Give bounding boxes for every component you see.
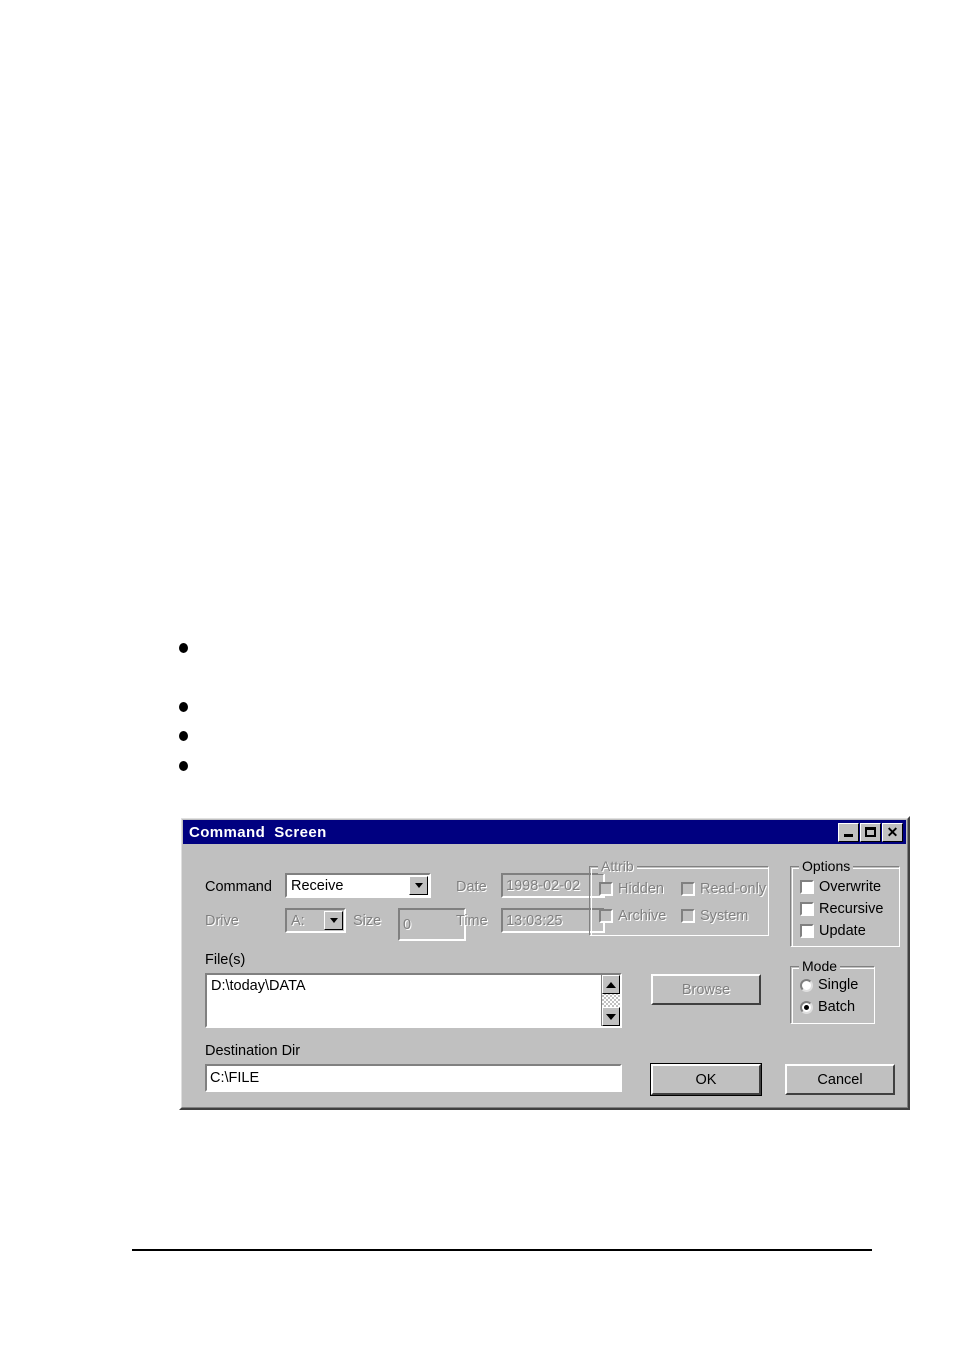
radio-single[interactable]: Single (800, 977, 858, 993)
destination-input[interactable]: C:\FILE (205, 1064, 622, 1092)
checkbox-icon (681, 882, 695, 896)
command-combo[interactable]: Receive (285, 873, 431, 898)
triangle-down-icon (606, 1013, 616, 1020)
radio-batch[interactable]: Batch (800, 999, 855, 1015)
checkbox-icon[interactable] (800, 924, 814, 938)
attrib-group-title: Attrib (598, 858, 637, 874)
browse-button: Browse (651, 974, 761, 1005)
radio-label: Batch (818, 999, 856, 1015)
time-label: Time (456, 913, 488, 929)
document-page (0, 0, 954, 1351)
checkbox-archive: Archive (599, 908, 666, 924)
checkbox-icon (599, 909, 613, 923)
maximize-icon (865, 827, 876, 837)
close-icon: ✕ (886, 823, 899, 840)
date-value: 1998-02-02 (506, 877, 581, 894)
checkbox-label: System (700, 908, 749, 924)
files-value: D:\today\DATA (211, 978, 306, 994)
minimize-button[interactable] (838, 822, 859, 842)
command-label: Command (205, 879, 272, 895)
attrib-group: Attrib Hidden Read-only Archive System (589, 858, 769, 936)
time-value: 13:03:25 (506, 912, 563, 929)
footer-divider (132, 1249, 872, 1251)
destination-label: Destination Dir (205, 1043, 301, 1059)
checkbox-label: Archive (618, 908, 667, 924)
checkbox-label: Read-only (700, 881, 767, 897)
checkbox-read-only: Read-only (681, 881, 766, 897)
cancel-button[interactable]: Cancel (785, 1064, 895, 1095)
drive-combo: A: (285, 908, 346, 933)
ok-label: OK (695, 1071, 717, 1088)
options-group-title: Options (799, 858, 854, 874)
mode-group-title: Mode (799, 958, 841, 974)
drive-label: Drive (205, 913, 239, 929)
destination-value: C:\FILE (210, 1070, 260, 1086)
files-input[interactable]: D:\today\DATA (205, 973, 622, 1028)
date-label: Date (456, 879, 487, 895)
window-controls: ✕ (838, 822, 906, 842)
checkbox-overwrite[interactable]: Overwrite (800, 879, 881, 895)
checkbox-system: System (681, 908, 748, 924)
checkbox-update[interactable]: Update (800, 923, 866, 939)
checkbox-label: Recursive (819, 901, 884, 917)
checkbox-label: Update (819, 923, 866, 939)
list-bullet (179, 761, 188, 771)
checkbox-label: Overwrite (819, 879, 882, 895)
close-button[interactable]: ✕ (882, 822, 903, 842)
minimize-icon (844, 834, 853, 837)
dialog-title: Command Screen (189, 823, 327, 841)
list-bullet (179, 731, 188, 741)
cancel-label: Cancel (817, 1071, 863, 1088)
radio-icon[interactable] (800, 1000, 813, 1014)
command-value: Receive (291, 877, 344, 894)
checkbox-icon (681, 909, 695, 923)
triangle-up-icon (606, 981, 616, 988)
size-label: Size (353, 913, 382, 929)
files-label: File(s) (205, 952, 246, 968)
command-screen-dialog: Command Screen ✕ Command Receive Drive A… (179, 816, 910, 1110)
files-scrollbar[interactable] (601, 975, 620, 1026)
size-value: 0 (403, 916, 412, 933)
chevron-down-icon[interactable] (409, 876, 428, 895)
checkbox-icon (599, 882, 613, 896)
checkbox-icon[interactable] (800, 880, 814, 894)
checkbox-hidden: Hidden (599, 881, 664, 897)
checkbox-icon[interactable] (800, 902, 814, 916)
browse-label: Browse (681, 981, 731, 998)
mode-group: Mode Single Batch (790, 958, 875, 1024)
drive-value: A: (291, 912, 305, 929)
maximize-button[interactable] (860, 822, 881, 842)
dialog-client-area: Command Receive Drive A: Size 0 Date 199… (185, 848, 904, 1104)
options-group: Options Overwrite Recursive Update (790, 858, 900, 947)
radio-icon[interactable] (800, 978, 813, 992)
chevron-down-icon (324, 911, 343, 930)
list-bullet (179, 643, 188, 653)
scroll-down-button[interactable] (602, 1007, 620, 1026)
dialog-titlebar[interactable]: Command Screen ✕ (183, 820, 906, 844)
radio-label: Single (818, 977, 859, 993)
checkbox-recursive[interactable]: Recursive (800, 901, 883, 917)
scroll-up-button[interactable] (602, 975, 620, 994)
ok-button[interactable]: OK (650, 1063, 762, 1096)
checkbox-label: Hidden (618, 881, 664, 897)
list-bullet (179, 702, 188, 712)
